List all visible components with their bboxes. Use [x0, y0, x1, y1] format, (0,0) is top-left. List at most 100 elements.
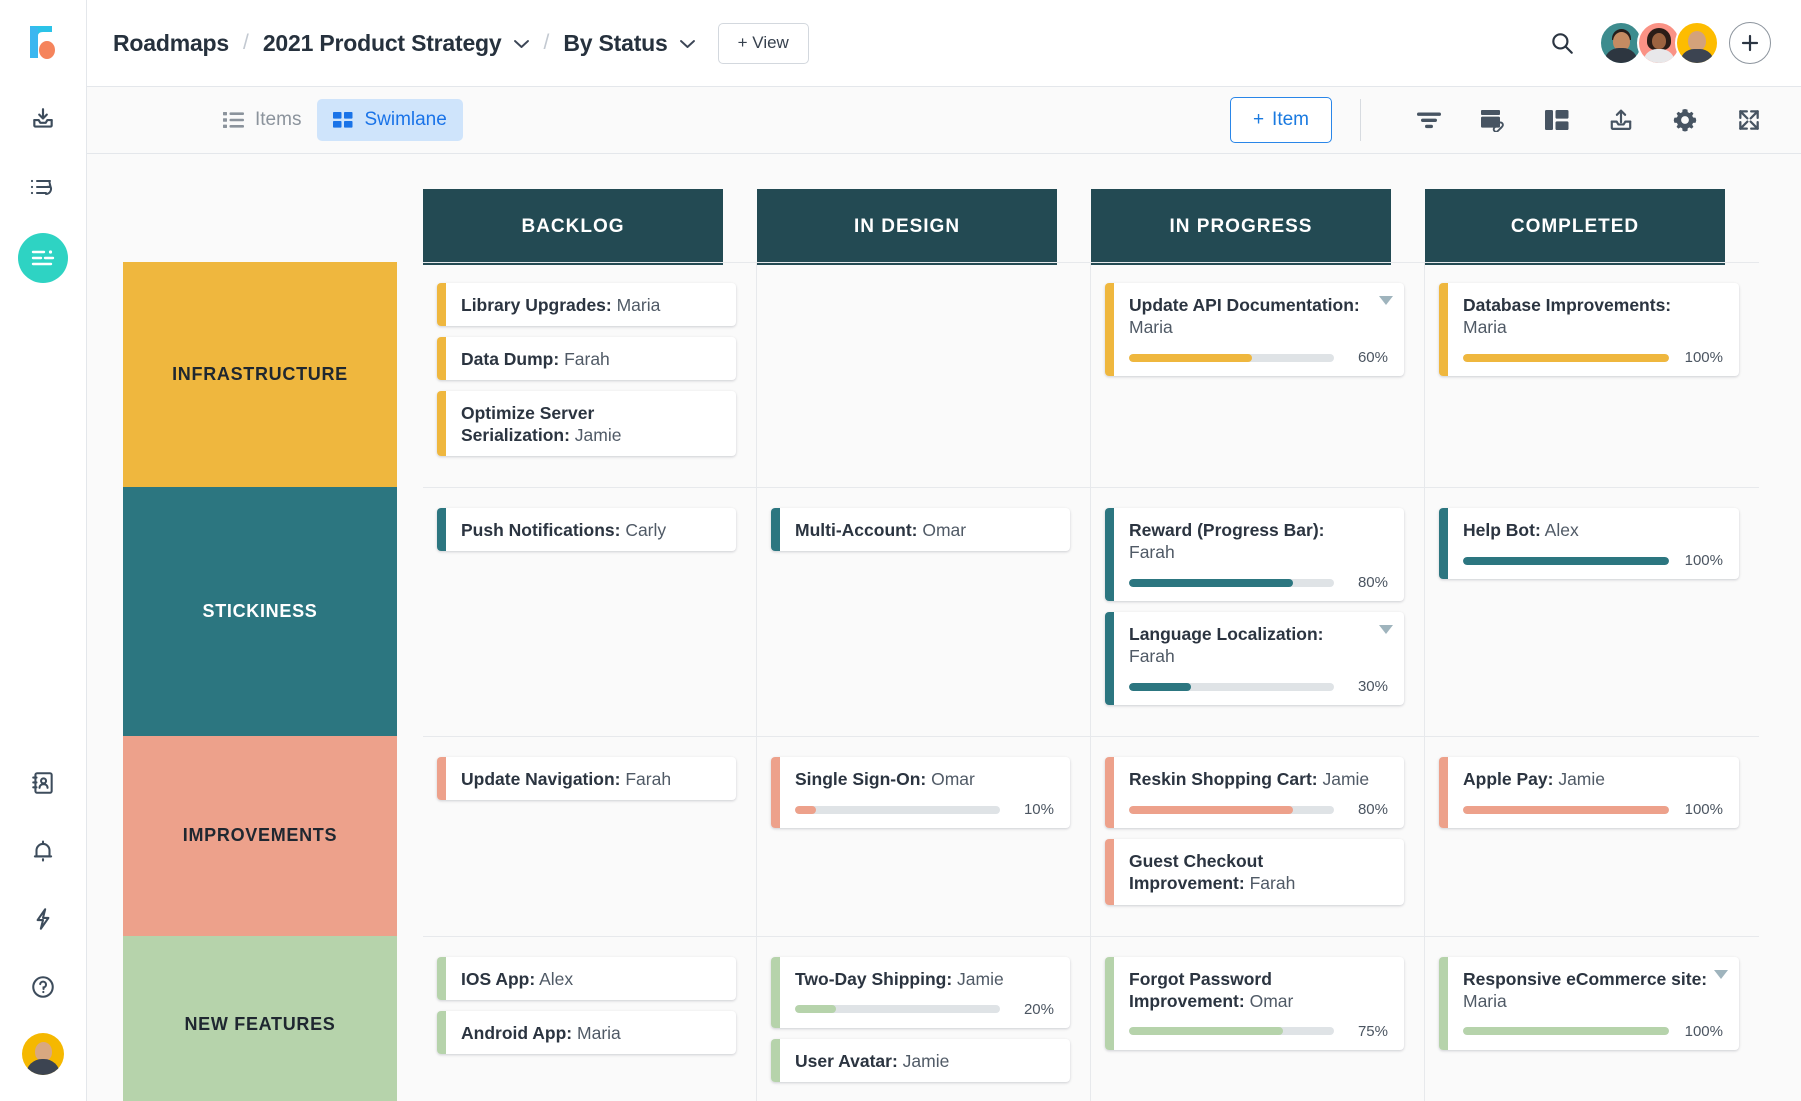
roadmap-card[interactable]: Reward (Progress Bar): Farah 80% [1105, 508, 1404, 602]
swimlane-cell[interactable]: Multi-Account: Omar [757, 487, 1091, 737]
roadmap-card[interactable]: Data Dump: Farah [437, 337, 736, 381]
card-owner: Maria [1463, 990, 1507, 1011]
top-bar: Roadmaps / 2021 Product Strategy / By St… [87, 0, 1801, 87]
current-user-avatar[interactable] [22, 1033, 64, 1075]
column-header-in-progress[interactable]: IN PROGRESS [1091, 189, 1391, 265]
roadmap-card[interactable]: User Avatar: Jamie [771, 1038, 1070, 1082]
card-expand-caret-icon[interactable] [1379, 296, 1393, 305]
breadcrumb-item-view[interactable]: By Status [563, 30, 667, 57]
roadmap-card[interactable]: IOS App: Alex [437, 956, 736, 1000]
breadcrumb-separator-2: / [543, 31, 550, 54]
swimlane-cell[interactable]: Responsive eCommerce site: Maria 100% [1425, 935, 1759, 1101]
swimlane-cell[interactable] [757, 262, 1091, 488]
avatar-face [1652, 33, 1666, 49]
roadmap-card[interactable]: Optimize Server Serialization: Jamie [437, 391, 736, 457]
roadmap-card[interactable]: Help Bot: Alex 100% [1439, 508, 1739, 580]
lightning-icon[interactable] [21, 897, 65, 941]
roadmap-card[interactable]: Two-Day Shipping: Jamie 20% [771, 956, 1070, 1028]
bell-icon[interactable] [21, 829, 65, 873]
search-icon[interactable] [1549, 30, 1575, 56]
swimlane-cell[interactable]: Apple Pay: Jamie 100% [1425, 736, 1759, 935]
swimlane-label-stickiness[interactable]: STICKINESS [123, 487, 397, 737]
card-expand-caret-icon[interactable] [1379, 625, 1393, 635]
swimlane-board[interactable]: BACKLOG IN DESIGN IN PROGRESS COMPLETED INFR… [87, 154, 1801, 1101]
card-progress-row: 100% [1463, 552, 1723, 569]
roadmap-card[interactable]: Apple Pay: Jamie 100% [1439, 757, 1739, 829]
swimlane-cell[interactable]: Help Bot: Alex 100% [1425, 487, 1759, 736]
list-icon [223, 111, 244, 129]
roadmap-card[interactable]: Library Upgrades: Maria [437, 283, 736, 327]
swimlane-cell[interactable]: Reward (Progress Bar): Farah 80% Language … [1091, 487, 1425, 737]
progress-bar-fill [1463, 353, 1669, 362]
column-header-completed[interactable]: COMPLETED [1425, 189, 1725, 265]
swimlane-cell[interactable]: Two-Day Shipping: Jamie 20% User Avatar: J… [757, 935, 1091, 1101]
add-view-button[interactable]: + View [717, 22, 809, 64]
roadmap-card[interactable]: Push Notifications: Carly [437, 508, 736, 552]
roadmap-card[interactable]: Language Localization: Farah 30% [1105, 612, 1404, 706]
add-item-button[interactable]: + Item [1229, 97, 1332, 143]
swimlane-cell[interactable]: IOS App: Alex Android App: Maria [423, 935, 757, 1101]
card-expand-caret-icon[interactable] [1714, 969, 1728, 979]
roadmap-card[interactable]: Single Sign-On: Omar 10% [771, 757, 1070, 829]
tab-swimlane[interactable]: Swimlane [317, 99, 463, 141]
avatar[interactable] [1675, 21, 1719, 65]
swimlane-cell[interactable]: Update Navigation: Farah [423, 736, 757, 936]
app-logo[interactable] [26, 22, 60, 67]
roadmap-card[interactable]: Responsive eCommerce site: Maria 100% [1439, 956, 1739, 1050]
export-upload-icon[interactable] [1597, 96, 1645, 144]
swimlane-cell[interactable]: Forgot Password Improvement: Omar 75% [1091, 935, 1425, 1101]
roadmap-card[interactable]: Forgot Password Improvement: Omar 75% [1105, 956, 1404, 1050]
card-title: Two-Day Shipping: Jamie [795, 968, 1054, 990]
card-title: Library Upgrades: Maria [461, 294, 720, 316]
progress-bar-track [1129, 578, 1334, 587]
swimlane-cell[interactable]: Update API Documentation: Maria 60% [1091, 262, 1425, 488]
breadcrumb-item-project[interactable]: 2021 Product Strategy [263, 30, 502, 57]
progress-bar-track [1463, 353, 1669, 362]
card-owner: Jamie [1553, 769, 1605, 790]
card-color-stripe [771, 956, 780, 1028]
project-chevron-down-icon[interactable] [513, 36, 530, 54]
swimlane-cell[interactable]: Single Sign-On: Omar 10% [757, 736, 1091, 936]
card-body: Reskin Shopping Cart: Jamie 80% [1114, 757, 1404, 828]
filter-icon[interactable] [1405, 96, 1453, 144]
swimlane-label-improvements[interactable]: IMPROVEMENTS [123, 736, 397, 936]
swimlane-cell[interactable]: Reskin Shopping Cart: Jamie 80% Guest Chec… [1091, 736, 1425, 936]
gear-icon[interactable] [1661, 96, 1709, 144]
column-header-in-design[interactable]: IN DESIGN [757, 189, 1057, 265]
card-title-text: Reward (Progress Bar): [1129, 520, 1325, 541]
swimlane-cell[interactable]: Library Upgrades: Maria Data Dump: Farah O… [423, 262, 757, 488]
layout-panel-icon[interactable] [1533, 96, 1581, 144]
roadmap-card[interactable]: Database Improvements: Maria 100% [1439, 283, 1739, 377]
help-circle-icon[interactable] [21, 965, 65, 1009]
add-user-button[interactable] [1729, 22, 1771, 64]
progress-percent-label: 30% [1357, 678, 1388, 696]
roadmap-card[interactable]: Android App: Maria [437, 1010, 736, 1054]
roadmap-card[interactable]: Guest Checkout Improvement: Farah [1105, 839, 1404, 905]
column-header-backlog[interactable]: BACKLOG [423, 189, 723, 265]
fullscreen-icon[interactable] [1725, 96, 1773, 144]
breadcrumb-item-roadmaps[interactable]: Roadmaps [113, 30, 229, 57]
swimlane-label-infrastructure[interactable]: INFRASTRUCTURE [123, 262, 397, 488]
card-owner: Omar [1244, 990, 1294, 1011]
board-grid: BACKLOG IN DESIGN IN PROGRESS COMPLETED INFR… [123, 154, 1801, 1101]
card-color-stripe [437, 391, 446, 457]
roadmap-board-icon[interactable] [18, 233, 68, 283]
card-color-stripe [1439, 283, 1448, 377]
roadmap-card[interactable]: Update Navigation: Farah [437, 757, 736, 801]
roadmap-card[interactable]: Multi-Account: Omar [771, 508, 1070, 552]
list-reorder-icon[interactable] [21, 165, 65, 209]
contacts-book-icon[interactable] [21, 761, 65, 805]
swimlane-cell[interactable]: Push Notifications: Carly [423, 487, 757, 737]
card-body: Library Upgrades: Maria [446, 283, 736, 326]
inbox-download-icon[interactable] [21, 97, 65, 141]
roadmap-card[interactable]: Update API Documentation: Maria 60% [1105, 283, 1404, 377]
roadmap-card[interactable]: Reskin Shopping Cart: Jamie 80% [1105, 757, 1404, 829]
swimlane-label-new-features[interactable]: NEW FEATURES [123, 935, 397, 1101]
swimlane-cell[interactable]: Database Improvements: Maria 100% [1425, 262, 1759, 487]
card-owner: Omar [917, 520, 967, 541]
tab-items[interactable]: Items [207, 99, 317, 141]
color-tag-icon[interactable] [1469, 96, 1517, 144]
card-color-stripe [771, 757, 780, 829]
view-chevron-down-icon[interactable] [679, 36, 696, 54]
card-color-stripe [1105, 757, 1114, 829]
